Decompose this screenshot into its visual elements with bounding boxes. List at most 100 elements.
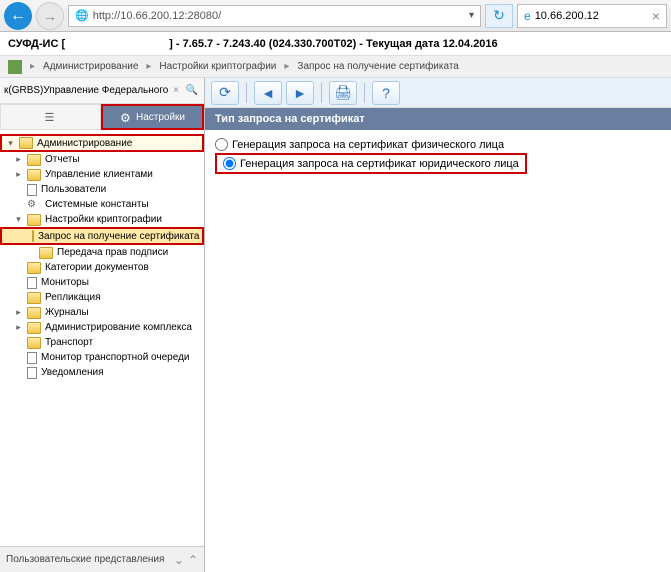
- expand-icon[interactable]: ▸: [14, 307, 23, 318]
- folder-icon: [39, 247, 53, 259]
- tree-tqueue[interactable]: Монитор транспортной очереди: [0, 350, 204, 365]
- user-views-panel[interactable]: Пользовательские представления ⌄ ⌃: [0, 546, 204, 572]
- radio-input-legal[interactable]: [223, 157, 236, 170]
- tree-label: Категории документов: [45, 262, 149, 273]
- separator: [364, 83, 365, 103]
- clear-icon[interactable]: ×: [168, 83, 184, 99]
- tree-label: Транспорт: [45, 337, 93, 348]
- next-button[interactable]: ►: [286, 81, 314, 105]
- tab-settings[interactable]: Настройки: [101, 104, 204, 130]
- tree-label: Администрирование комплекса: [45, 322, 192, 333]
- folder-icon: [27, 262, 41, 274]
- tree-transfer[interactable]: Передача прав подписи: [0, 245, 204, 260]
- user-views-label: Пользовательские представления: [6, 554, 164, 565]
- breadcrumb-item[interactable]: Запрос на получение сертификата: [297, 61, 458, 72]
- tree-users[interactable]: Пользователи: [0, 182, 204, 197]
- close-icon[interactable]: ×: [652, 8, 660, 24]
- content-body: [205, 180, 671, 572]
- tree-replication[interactable]: Репликация: [0, 290, 204, 305]
- folder-icon: [27, 292, 41, 304]
- expand-icon[interactable]: ▸: [14, 322, 23, 333]
- section-header: Тип запроса на сертификат: [205, 108, 671, 130]
- expand-icon[interactable]: ▸: [14, 154, 23, 165]
- tab-strip: e 10.66.200.12 ×: [517, 4, 667, 28]
- tree-administration[interactable]: ▾ Администрирование: [0, 134, 204, 152]
- tree-doc-cat[interactable]: Категории документов: [0, 260, 204, 275]
- bell-icon: [27, 367, 37, 379]
- tab-settings-label: Настройки: [136, 112, 185, 123]
- breadcrumb-item[interactable]: Настройки криптографии: [159, 61, 276, 72]
- app-version: ] - 7.65.7 - 7.243.40 (024.330.700T02) -…: [169, 38, 498, 50]
- tree-reports[interactable]: ▸ Отчеты: [0, 152, 204, 167]
- ie-icon: e: [524, 9, 531, 23]
- org-input[interactable]: [4, 85, 168, 96]
- tree-monitors[interactable]: Мониторы: [0, 275, 204, 290]
- radio-individual[interactable]: Генерация запроса на сертификат физическ…: [215, 136, 661, 153]
- search-icon[interactable]: 🔍: [184, 83, 200, 99]
- org-selector[interactable]: × 🔍: [0, 78, 204, 104]
- tree-label: Мониторы: [41, 277, 89, 288]
- expand-all-icon[interactable]: ⌃: [188, 553, 198, 567]
- forward-button[interactable]: →: [36, 2, 64, 30]
- app-name: СУФД-ИС [: [8, 38, 65, 50]
- section-title: Тип запроса на сертификат: [215, 113, 365, 125]
- print-button[interactable]: 🖨: [329, 81, 357, 105]
- gear-icon: [120, 111, 132, 123]
- tree-notifications[interactable]: Уведомления: [0, 365, 204, 380]
- tree-label: Репликация: [45, 292, 101, 303]
- list-icon: [45, 111, 57, 123]
- tree-transport[interactable]: Транспорт: [0, 335, 204, 350]
- prev-button[interactable]: ◄: [254, 81, 282, 105]
- tab-menu[interactable]: [0, 104, 101, 130]
- nav-tree: ▾ Администрирование ▸ Отчеты ▸ Управлени…: [0, 130, 204, 546]
- refresh-button[interactable]: ↻: [485, 4, 513, 28]
- collapse-all-icon[interactable]: ⌄: [174, 553, 184, 567]
- tree-journals[interactable]: ▸ Журналы: [0, 305, 204, 320]
- tree-crypto[interactable]: ▾ Настройки криптографии: [0, 212, 204, 227]
- folder-icon: [19, 137, 33, 149]
- expand-icon[interactable]: ▸: [14, 169, 23, 180]
- tree-label: Системные константы: [45, 199, 149, 210]
- doc-icon: [27, 184, 37, 196]
- radio-group: Генерация запроса на сертификат физическ…: [205, 130, 671, 180]
- refresh-button[interactable]: ⟳: [211, 81, 239, 105]
- collapse-icon[interactable]: ▾: [14, 214, 23, 225]
- tree-label: Запрос на получение сертификата: [38, 231, 199, 242]
- radio-label[interactable]: Генерация запроса на сертификат физическ…: [232, 139, 504, 151]
- tree-cert-request[interactable]: Запрос на получение сертификата: [0, 227, 204, 245]
- tree-complex[interactable]: ▸ Администрирование комплекса: [0, 320, 204, 335]
- monitor-icon: [27, 352, 37, 364]
- monitor-icon: [27, 277, 37, 289]
- dropdown-icon[interactable]: ▾: [469, 10, 474, 21]
- content-toolbar: ⟳ ◄ ► 🖨 ?: [205, 78, 671, 108]
- tree-label: Пользователи: [41, 184, 106, 195]
- radio-input-individual[interactable]: [215, 138, 228, 151]
- tree-clients[interactable]: ▸ Управление клиентами: [0, 167, 204, 182]
- back-button[interactable]: ←: [4, 2, 32, 30]
- folder-icon: [27, 307, 41, 319]
- separator: [246, 83, 247, 103]
- folder-icon: [27, 154, 41, 166]
- help-button[interactable]: ?: [372, 81, 400, 105]
- main-area: × 🔍 Настройки ▾ Администрирование ▸ Отче…: [0, 78, 671, 572]
- tree-label: Монитор транспортной очереди: [41, 352, 190, 363]
- address-bar[interactable]: 🌐 http://10.66.200.12:28080/ ▾: [68, 5, 481, 27]
- separator: [321, 83, 322, 103]
- address-text: http://10.66.200.12:28080/: [93, 10, 221, 22]
- tree-constants[interactable]: ⚙ Системные константы: [0, 197, 204, 212]
- sidebar: × 🔍 Настройки ▾ Администрирование ▸ Отче…: [0, 78, 205, 572]
- tree-label: Передача прав подписи: [57, 247, 168, 258]
- browser-tab[interactable]: e 10.66.200.12 ×: [517, 4, 667, 28]
- radio-label[interactable]: Генерация запроса на сертификат юридичес…: [240, 158, 519, 170]
- radio-legal[interactable]: Генерация запроса на сертификат юридичес…: [215, 153, 527, 174]
- home-icon[interactable]: [8, 60, 22, 74]
- tree-label: Уведомления: [41, 367, 104, 378]
- collapse-icon[interactable]: ▾: [6, 138, 15, 149]
- browser-toolbar: ← → 🌐 http://10.66.200.12:28080/ ▾ ↻ e 1…: [0, 0, 671, 32]
- breadcrumb-sep: ▸: [146, 61, 151, 72]
- breadcrumb-sep: ▸: [284, 61, 289, 72]
- folder-icon: [27, 214, 41, 226]
- tree-label: Управление клиентами: [45, 169, 153, 180]
- breadcrumb-item[interactable]: Администрирование: [43, 61, 138, 72]
- folder-icon: [27, 322, 41, 334]
